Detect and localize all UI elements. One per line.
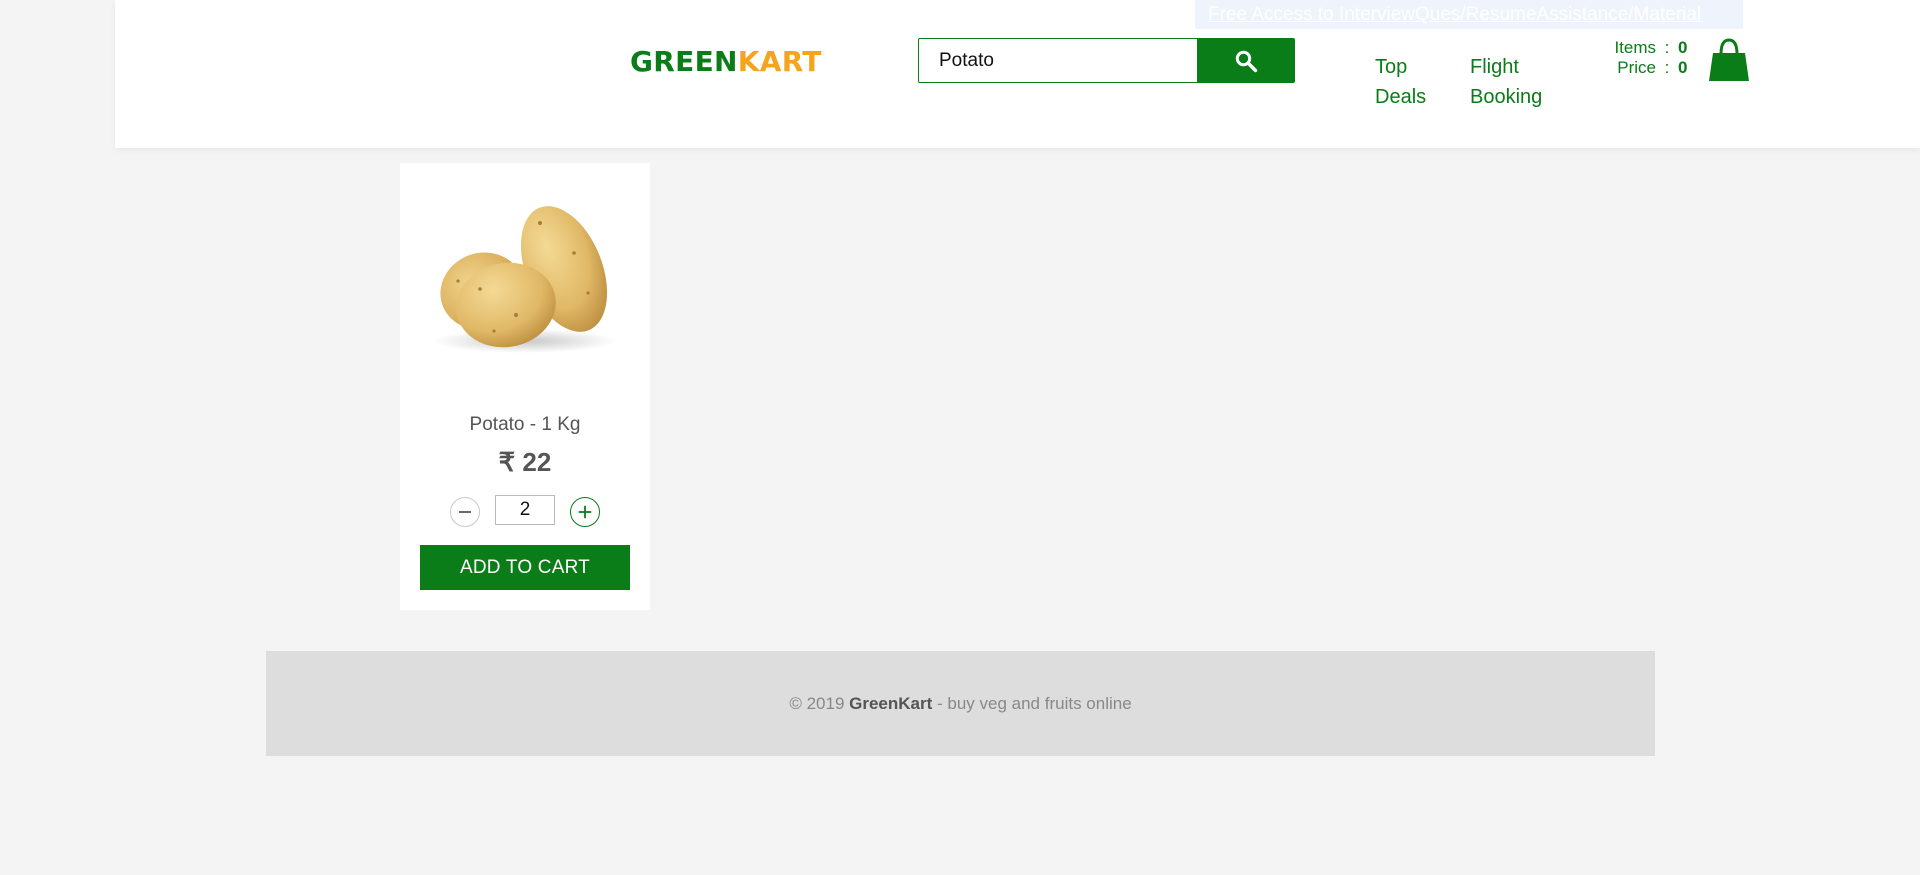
cart-items-count: 0 — [1678, 38, 1688, 57]
logo-green-part: GREEN — [630, 45, 738, 78]
cart-items-separator: : — [1664, 38, 1670, 57]
cart-items-row: Items : 0 — [1600, 38, 1687, 58]
footer-brand: GreenKart — [849, 694, 933, 713]
product-card: Potato - 1 Kg ₹ 22 ADD TO CART — [400, 163, 650, 610]
nav-top-deals-link[interactable]: Top Deals — [1375, 52, 1426, 112]
greenkart-logo: GREENKART — [630, 45, 822, 79]
decrement-button[interactable] — [450, 497, 480, 527]
cart-price-separator: : — [1664, 58, 1670, 77]
nav-flight-line1: Flight — [1470, 56, 1519, 78]
nav-top-deals-line1: Top — [1375, 56, 1408, 78]
cart-price-label: Price — [1617, 58, 1656, 77]
quantity-input[interactable] — [495, 495, 555, 525]
product-name: Potato - 1 Kg — [469, 414, 581, 435]
nav-top-deals-line2: Deals — [1375, 86, 1427, 108]
cart-price-value: 0 — [1678, 58, 1688, 77]
increment-button[interactable] — [570, 497, 600, 527]
cart-items-label: Items — [1614, 38, 1656, 57]
footer-copyright: © 2019 — [789, 694, 850, 713]
nav-flight-line2: Booking — [1470, 86, 1543, 108]
site-header: Free Access to InterviewQues/ResumeAssis… — [115, 0, 1920, 148]
potato-image — [420, 183, 630, 363]
product-price: ₹ 22 — [498, 447, 552, 477]
minus-icon — [459, 511, 471, 513]
add-to-cart-button[interactable]: ADD TO CART — [420, 545, 630, 590]
promo-link[interactable]: Free Access to InterviewQues/ResumeAssis… — [1195, 0, 1743, 29]
cart-bag-icon[interactable] — [1708, 37, 1750, 83]
search-button[interactable] — [1197, 38, 1295, 83]
cart-summary: Items : 0 Price : 0 — [1600, 38, 1687, 78]
site-footer: © 2019 GreenKart - buy veg and fruits on… — [266, 651, 1655, 756]
cart-price-row: Price : 0 — [1600, 58, 1687, 78]
plus-icon — [578, 505, 592, 519]
logo-kart-part: KART — [737, 45, 822, 78]
nav-flight-booking-link[interactable]: Flight Booking — [1470, 52, 1542, 112]
search-input[interactable] — [918, 38, 1198, 83]
search-icon — [1235, 50, 1258, 72]
footer-tagline: - buy veg and fruits online — [932, 694, 1132, 713]
